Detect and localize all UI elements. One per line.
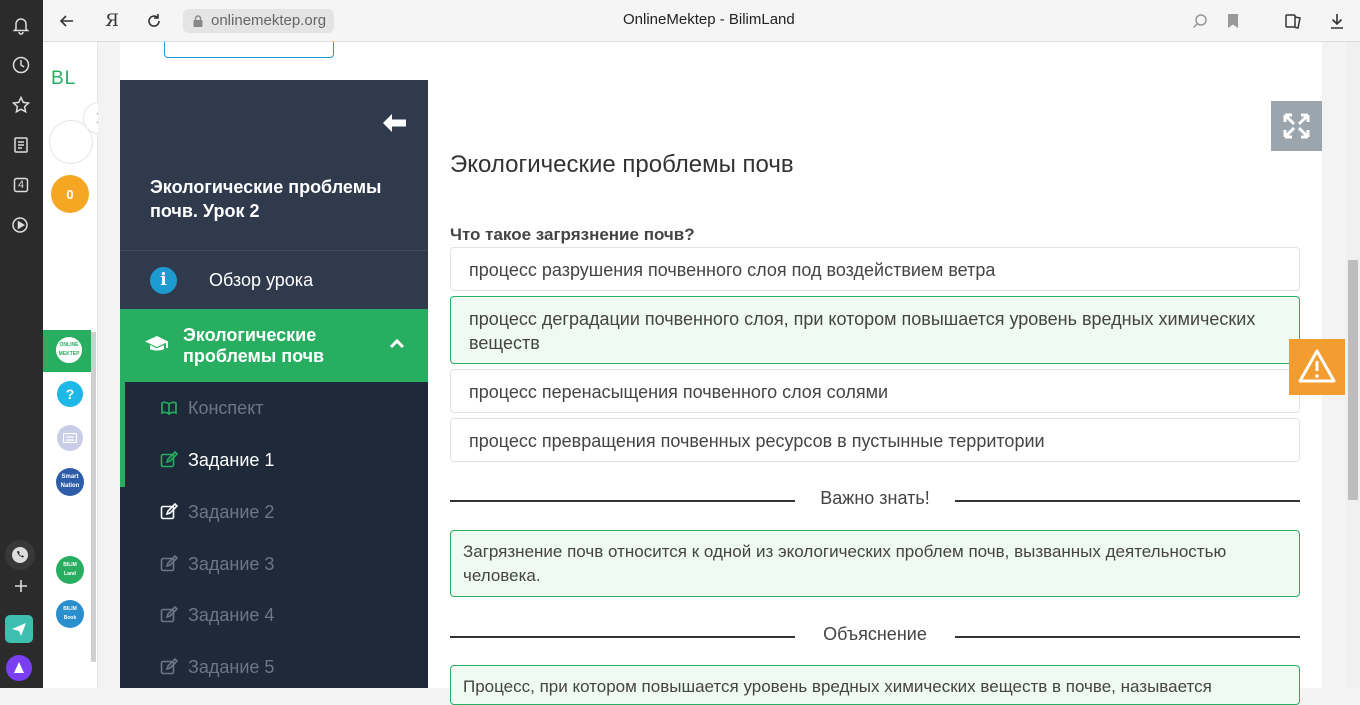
address-bar[interactable]: onlinemektep.org: [183, 9, 335, 33]
media-icon[interactable]: [8, 212, 34, 238]
edit-icon: [160, 555, 178, 572]
sidebar-item-overview[interactable]: i Обзор урока: [120, 251, 428, 309]
sidebar-item-task-2[interactable]: Задание 2: [160, 500, 274, 524]
lesson-sidebar: Экологические проблемы почв. Урок 2 i Об…: [120, 80, 428, 688]
main-content: Экологические проблемы почв Что такое за…: [450, 42, 1300, 705]
expand-icon: [1283, 113, 1310, 139]
edit-icon: [160, 503, 178, 520]
edit-icon: [160, 606, 178, 623]
star-icon[interactable]: [8, 92, 34, 118]
page: Экологические проблемы почв. Урок 2 i Об…: [98, 42, 1360, 705]
alice-icon[interactable]: [6, 655, 32, 681]
add-icon[interactable]: [8, 573, 34, 599]
important-divider: Важно знать!: [450, 488, 1300, 512]
zoom-icon[interactable]: [1188, 9, 1212, 33]
browser-toolbar: Я onlinemektep.org OnlineMektep - BilimL…: [43, 0, 1360, 42]
sidebar-item-task-4[interactable]: Задание 4: [160, 603, 274, 627]
top-button[interactable]: [164, 42, 334, 58]
fullscreen-button[interactable]: [1271, 101, 1322, 151]
explanation-divider: Объяснение: [450, 624, 1300, 648]
sidebar-item-label: Обзор урока: [209, 270, 314, 290]
question-text: Что такое загрязнение почв?: [450, 225, 695, 244]
info-icon: i: [150, 267, 177, 294]
bilimland-app-icon[interactable]: BILIM Land: [56, 556, 84, 584]
reload-icon[interactable]: [142, 9, 166, 33]
history-icon[interactable]: [8, 52, 34, 78]
whatsapp-icon[interactable]: [5, 540, 35, 570]
warning-icon: [1298, 349, 1336, 383]
answer-option[interactable]: процесс разрушения почвенного слоя под в…: [450, 247, 1300, 291]
important-label: Важно знать!: [820, 488, 930, 508]
page-title: Экологические проблемы почв: [450, 151, 794, 178]
lock-icon: [193, 15, 203, 27]
sidebar-item-task-3[interactable]: Задание 3: [160, 552, 274, 576]
chevron-up-icon[interactable]: [388, 335, 406, 353]
edit-icon: [160, 451, 178, 468]
rail-scrollbar[interactable]: [91, 332, 96, 662]
avatar[interactable]: [49, 120, 93, 164]
graduation-cap-icon: [145, 336, 168, 351]
site-sidebar: BL 0 ONLINE MEKTEP ? Smart Nation BILIM Lan…: [43, 42, 115, 688]
back-arrow-icon[interactable]: [55, 9, 79, 33]
help-icon[interactable]: ?: [57, 381, 83, 407]
collections-icon[interactable]: [1281, 9, 1305, 33]
coin-counter[interactable]: 0: [51, 175, 89, 213]
explanation-note: Процесс, при котором повышается уровень …: [450, 665, 1300, 705]
explanation-label: Объяснение: [823, 624, 927, 644]
important-note: Загрязнение почв относится к одной из эк…: [450, 530, 1300, 597]
bilimland-logo[interactable]: BL: [51, 68, 76, 90]
sidebar-item-task-5[interactable]: Задание 5: [160, 655, 274, 679]
download-icon[interactable]: [1325, 9, 1349, 33]
browser-sidebar: 4: [0, 0, 43, 688]
report-error-button[interactable]: [1289, 339, 1345, 395]
onlinemektep-app[interactable]: ONLINE MEKTEP: [43, 330, 91, 372]
back-arrow-icon[interactable]: [382, 112, 408, 134]
book-icon: [161, 401, 177, 416]
tabs-count-icon[interactable]: 4: [8, 172, 34, 198]
messenger-icon[interactable]: [5, 615, 33, 643]
answer-option[interactable]: процесс перенасыщения почвенного слоя со…: [450, 369, 1300, 413]
sidebar-item-konspekt[interactable]: Конспект: [160, 396, 264, 420]
bell-icon[interactable]: [8, 12, 34, 38]
sidebar-item-task-1[interactable]: Задание 1: [160, 448, 274, 472]
yandex-icon[interactable]: Я: [100, 9, 124, 33]
notes-icon[interactable]: [8, 132, 34, 158]
bookmark-icon[interactable]: [1221, 9, 1245, 33]
tab-title: OnlineMektep - BilimLand: [623, 11, 795, 28]
lesson-title: Экологические проблемы почв. Урок 2: [150, 177, 382, 221]
progress-indicator: [120, 382, 125, 487]
scrollbar-thumb[interactable]: [1348, 260, 1358, 500]
bilimbook-app-icon[interactable]: BILIM Book: [56, 600, 84, 628]
onlinemektep-logo-icon: ONLINE MEKTEP: [55, 336, 83, 364]
sidebar-section-label: Экологические проблемы почв: [183, 325, 325, 366]
sidebar-section-active[interactable]: Экологические проблемы почв: [120, 309, 428, 382]
keyboard-icon[interactable]: [57, 425, 83, 451]
sidebar-subitems: Конспект Задание 1 Задание 2 Задание 3 З…: [120, 382, 428, 688]
smart-nation-icon[interactable]: Smart Nation: [56, 468, 84, 496]
answer-option-selected[interactable]: процесс деградации почвенного слоя, при …: [450, 296, 1300, 364]
answer-option[interactable]: процесс превращения почвенных ресурсов в…: [450, 418, 1300, 462]
page-scrollbar[interactable]: [1346, 42, 1360, 688]
edit-icon: [160, 658, 178, 675]
